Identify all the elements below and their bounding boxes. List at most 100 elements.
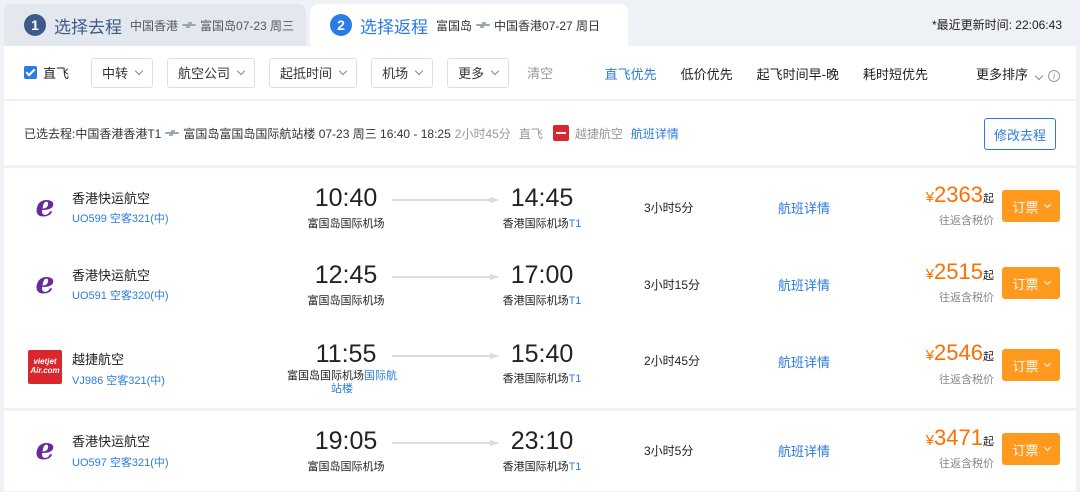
departure-time: 10:40: [314, 184, 378, 212]
chevron-down-icon: [1043, 359, 1051, 367]
modify-outbound-button[interactable]: 修改去程: [984, 118, 1056, 150]
chevron-down-icon: [1043, 200, 1051, 208]
flight-row[interactable]: e 香港快运航空 UO597 空客321(中) 19:05 23:10 富国岛国…: [4, 411, 1076, 491]
step-title: 选择返程: [360, 17, 428, 37]
chevron-down-icon: [414, 66, 424, 75]
direct-flight-checkbox[interactable]: 直飞: [24, 63, 69, 82]
selected-from: 中国香港香港T1: [75, 126, 162, 141]
price: ¥3471起: [926, 425, 994, 451]
selected-type: 直飞: [518, 126, 543, 141]
flight-duration: 3小时5分: [644, 444, 694, 458]
arrival-time: 17:00: [510, 261, 574, 289]
airline-name: 香港快运航空: [72, 434, 151, 449]
route-from: 富国岛: [436, 18, 473, 33]
filter-bar: 直飞 中转 航空公司 起抵时间 机场 更多 清空 直飞优先 低价优先 起飞时间早…: [4, 46, 1076, 100]
currency: ¥: [925, 266, 935, 283]
departure-airport: 富国岛国际机场: [286, 215, 406, 231]
step-outbound-tab[interactable]: 1 选择去程 中国香港 富国岛07-23 周三: [4, 4, 306, 46]
clear-filters-button[interactable]: 清空: [527, 63, 553, 82]
dropdown-label: 更多: [458, 66, 485, 81]
chevron-down-icon: [236, 66, 246, 75]
book-button[interactable]: 订票: [1002, 433, 1060, 465]
info-icon[interactable]: i: [1048, 69, 1060, 82]
book-button[interactable]: 订票: [1002, 267, 1060, 299]
dropdown-label: 机场: [382, 66, 409, 81]
hk-express-logo: e: [35, 189, 55, 224]
tax-note: 往返含税价: [939, 374, 994, 386]
book-button[interactable]: 订票: [1002, 190, 1060, 222]
step-route: 中国香港 富国岛07-23 周三: [130, 17, 294, 34]
sort-lowest-price[interactable]: 低价优先: [681, 64, 733, 83]
price-value: 2546: [934, 340, 983, 365]
flight-number[interactable]: UO597 空客321(中): [72, 454, 169, 470]
more-filters-dropdown[interactable]: 更多: [447, 57, 510, 88]
hk-express-logo: e: [35, 266, 55, 301]
price: ¥2515起: [926, 259, 994, 285]
selected-duration: 2小时45分: [454, 126, 511, 141]
price-value: 2363: [934, 182, 983, 207]
book-button[interactable]: 订票: [1002, 349, 1060, 381]
selected-airline: 越捷航空: [574, 126, 623, 141]
selected-to: 富国岛富国岛国际航站楼 07-23 周三 16:40 - 18:25: [183, 126, 451, 141]
sort-departure-time[interactable]: 起飞时间早-晚: [757, 64, 839, 83]
book-label: 订票: [1012, 276, 1039, 292]
tax-note: 往返含税价: [939, 215, 994, 227]
flight-row[interactable]: e 香港快运航空 UO599 空客321(中) 10:40 14:45 富国岛国…: [4, 168, 1076, 248]
flight-number[interactable]: UO599 空客321(中): [72, 210, 169, 226]
price-suffix: 起: [983, 436, 994, 448]
flight-duration: 3小时5分: [644, 201, 694, 215]
tax-note: 往返含税价: [939, 292, 994, 304]
terminal: T1: [568, 295, 582, 307]
flight-number[interactable]: UO591 空客320(中): [72, 287, 169, 303]
sort-more-label: 更多排序: [975, 66, 1028, 82]
sort-shortest-duration[interactable]: 耗时短优先: [863, 64, 928, 83]
transfer-dropdown[interactable]: 中转: [91, 57, 154, 88]
flight-detail-link[interactable]: 航班详情: [778, 352, 830, 371]
plane-icon: [476, 22, 491, 28]
airline-name: 越捷航空: [72, 352, 125, 367]
dropdown-label: 起抵时间: [280, 66, 333, 81]
step-number: 2: [330, 14, 352, 36]
flight-detail-link[interactable]: 航班详情: [778, 441, 830, 460]
arrival-airport: 香港国际机场T1: [482, 370, 602, 386]
arrival-time: 14:45: [510, 184, 574, 212]
flight-row[interactable]: e 香港快运航空 UO591 空客320(中) 12:45 17:00 富国岛国…: [4, 245, 1076, 325]
route-to: 富国岛07-23 周三: [200, 18, 295, 33]
chevron-down-icon: [1034, 71, 1044, 80]
sort-more[interactable]: 更多排序 i: [952, 64, 1060, 83]
chevron-down-icon: [134, 66, 144, 75]
route-from: 中国香港: [130, 18, 179, 33]
price-value: 3471: [934, 425, 983, 450]
departure-time: 19:05: [314, 427, 378, 455]
arrival-airport: 香港国际机场T1: [482, 292, 602, 308]
flight-duration: 2小时45分: [644, 354, 701, 368]
terminal: T1: [568, 218, 582, 230]
step-title: 选择去程: [54, 17, 122, 37]
plane-icon: [182, 22, 197, 28]
price-suffix: 起: [983, 270, 994, 282]
vietjet-logo: vietjet Air.com: [28, 350, 62, 384]
sort-direct-first[interactable]: 直飞优先: [605, 64, 657, 83]
price-value: 2515: [934, 259, 983, 284]
departure-airport: 富国岛国际机场: [286, 292, 406, 308]
flight-row[interactable]: vietjet Air.com 越捷航空 VJ986 空客321(中) 11:55…: [4, 322, 1076, 408]
airport-dropdown[interactable]: 机场: [371, 57, 434, 88]
chevron-down-icon: [1043, 277, 1051, 285]
flight-detail-link[interactable]: 航班详情: [778, 275, 830, 294]
last-update-time: *最近更新时间: 22:06:43: [931, 18, 1062, 32]
step-tabs: 1 选择去程 中国香港 富国岛07-23 周三 2 选择返程 富国岛 中国香港0…: [0, 0, 1080, 46]
flight-number[interactable]: VJ986 空客321(中): [72, 372, 165, 388]
flight-detail-link[interactable]: 航班详情: [778, 198, 830, 217]
step-route: 富国岛 中国香港07-27 周日: [436, 17, 600, 34]
book-label: 订票: [1012, 442, 1039, 458]
departure-airport: 富国岛国际机场国际航站楼: [286, 370, 398, 396]
step-return-tab[interactable]: 2 选择返程 富国岛 中国香港07-27 周日: [310, 4, 628, 46]
checkbox-checked-icon: [24, 66, 37, 79]
airport-name: 香港国际机场: [502, 461, 569, 473]
selected-flight-detail-link[interactable]: 航班详情: [631, 125, 679, 142]
terminal: T1: [568, 373, 582, 385]
departure-airport: 富国岛国际机场: [286, 458, 406, 474]
time-dropdown[interactable]: 起抵时间: [269, 57, 358, 88]
airline-dropdown[interactable]: 航空公司: [167, 57, 256, 88]
arrival-airport: 香港国际机场T1: [482, 215, 602, 231]
